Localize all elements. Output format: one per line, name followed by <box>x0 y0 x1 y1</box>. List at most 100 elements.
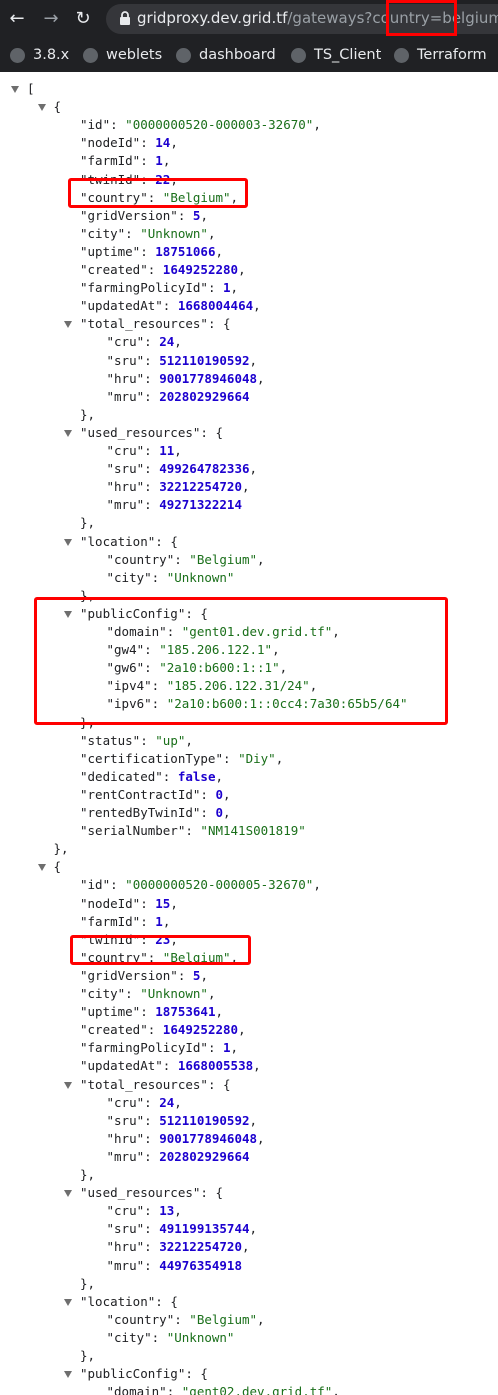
json-key: "rentContractId" <box>80 786 201 802</box>
collapse-toggle-icon[interactable] <box>11 86 19 93</box>
json-punctuation: : <box>144 497 160 513</box>
json-value: "up" <box>155 732 186 748</box>
json-line: "cru": 11, <box>107 442 182 460</box>
json-key: "created" <box>80 262 148 277</box>
bookmark-terraform[interactable]: Terraform <box>394 44 487 66</box>
collapse-toggle-icon[interactable] <box>64 1298 72 1306</box>
json-punctuation: , <box>249 1221 258 1237</box>
collapse-toggle-icon[interactable] <box>64 1081 72 1089</box>
forward-arrow-icon[interactable]: → <box>40 8 62 30</box>
json-key: "gridVersion" <box>80 967 178 983</box>
json-punctuation: , <box>215 768 224 784</box>
bookmark-label: Terraform <box>417 47 487 63</box>
json-punctuation: , <box>253 298 261 314</box>
json-punctuation: : <box>144 1221 160 1237</box>
url-host: gridproxy.dev.grid.tf <box>137 9 288 27</box>
json-value: 1668004464 <box>177 298 254 314</box>
json-punctuation: , <box>223 786 231 802</box>
json-line: "hru": 9001778946048, <box>107 1130 265 1148</box>
json-value: 1 <box>155 153 163 169</box>
bookmarks-bar: 3.8.x weblets dashboard TS_Client Terraf… <box>0 38 498 72</box>
json-line: "serialNumber": "NM141S001819" <box>80 822 306 840</box>
json-punctuation: : <box>144 388 160 404</box>
bookmark-ts-client[interactable]: TS_Client <box>291 44 381 66</box>
json-punctuation: , <box>207 225 216 241</box>
json-punctuation: , <box>174 1203 182 1219</box>
reload-icon[interactable]: ↻ <box>72 8 94 30</box>
json-key: "dedicated" <box>80 768 163 784</box>
json-punctuation: , <box>242 479 250 495</box>
json-key: "sru" <box>106 1112 145 1128</box>
json-key: "city" <box>106 569 152 585</box>
lock-icon[interactable] <box>118 10 132 26</box>
json-punctuation: : <box>140 732 156 748</box>
json-line: "cru": 13, <box>107 1202 182 1220</box>
json-line: }, <box>80 1347 95 1365</box>
json-value: 18751066 <box>155 243 216 259</box>
json-punctuation: : <box>110 877 126 893</box>
json-line: "domain": "gent02.dev.grid.tf", <box>107 1383 340 1395</box>
json-line: "certificationType": "Diy", <box>80 750 283 768</box>
json-line: { <box>54 858 62 876</box>
json-line: }, <box>80 406 95 424</box>
json-line: "country": "Belgium", <box>107 551 265 569</box>
json-value: 44976354918 <box>159 1257 242 1273</box>
json-key: "country" <box>106 1311 175 1327</box>
json-punctuation: : <box>144 370 160 386</box>
bookmark-weblets[interactable]: weblets <box>83 44 162 66</box>
json-value: 9001778946048 <box>159 1130 258 1146</box>
json-key: "cru" <box>106 1094 145 1110</box>
collapse-toggle-icon[interactable] <box>64 1371 72 1379</box>
json-line: "used_resources": { <box>80 424 223 442</box>
bookmark-3-8-x[interactable]: 3.8.x <box>10 44 69 66</box>
collapse-toggle-icon[interactable] <box>37 864 46 872</box>
json-value: 14 <box>155 135 171 151</box>
collapse-toggle-icon[interactable] <box>64 321 72 329</box>
json-punctuation: : <box>144 1148 160 1164</box>
json-punctuation: : <box>144 334 160 350</box>
json-value: 11 <box>159 443 175 458</box>
json-key: "location" <box>80 1293 156 1309</box>
json-value: 0 <box>215 805 224 820</box>
json-line: "sru": 491199135744, <box>107 1220 258 1238</box>
json-value: false <box>177 768 216 784</box>
json-line: "country": "Belgium", <box>107 1311 265 1329</box>
json-value: 18753641 <box>155 1004 216 1020</box>
json-key: "id" <box>80 877 111 893</box>
json-punctuation: , <box>313 877 321 893</box>
json-key: "country" <box>106 551 175 567</box>
back-arrow-icon[interactable]: ← <box>6 8 28 30</box>
json-punctuation: , <box>242 1239 250 1255</box>
collapse-toggle-icon[interactable] <box>37 104 46 112</box>
json-line: "city": "Unknown" <box>107 569 235 587</box>
json-punctuation: : <box>200 786 216 802</box>
json-viewer: [{"id": "0000000520-000003-32670", "nodeI… <box>0 72 498 1395</box>
json-line: }, <box>80 1166 95 1184</box>
json-line: "created": 1649252280, <box>80 261 246 279</box>
json-punctuation: : <box>144 461 160 477</box>
json-value: "Unknown" <box>140 225 208 241</box>
collapse-toggle-icon[interactable] <box>64 1190 72 1198</box>
json-key: "cru" <box>106 1203 145 1219</box>
json-line: "status": "up", <box>80 732 193 750</box>
json-value: 15 <box>155 895 171 911</box>
json-punctuation: : <box>162 1058 178 1074</box>
json-key: "city" <box>106 1329 152 1345</box>
json-value: "Unknown" <box>166 1329 235 1345</box>
json-line: "cru": 24, <box>107 1094 182 1112</box>
json-punctuation: : <box>140 135 156 151</box>
collapse-toggle-icon[interactable] <box>64 538 72 546</box>
json-line: "id": "0000000520-000005-32670", <box>80 876 321 894</box>
json-punctuation: , <box>223 805 231 820</box>
collapse-toggle-icon[interactable] <box>64 429 72 437</box>
json-value: 0 <box>215 786 224 802</box>
json-value: 1649252280 <box>162 1022 239 1038</box>
json-key: "nodeId" <box>80 895 141 911</box>
json-punctuation: }, <box>80 1348 96 1363</box>
bookmark-dashboard[interactable]: dashboard <box>176 44 276 66</box>
json-key: "gridVersion" <box>80 207 178 223</box>
json-value: 32212254720 <box>159 479 242 495</box>
json-punctuation: : <box>162 298 178 314</box>
json-line: "nodeId": 14, <box>80 134 178 152</box>
json-punctuation: , <box>275 750 284 766</box>
